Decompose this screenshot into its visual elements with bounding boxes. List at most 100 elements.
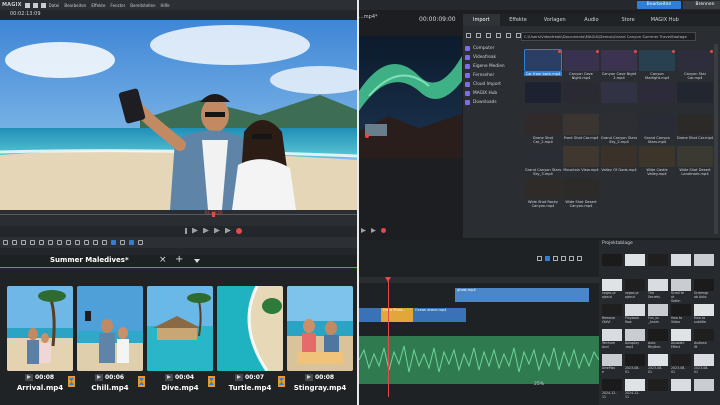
tab-project[interactable]: Summer Maledives* xyxy=(50,256,129,264)
media-thumbnail[interactable] xyxy=(525,114,561,135)
bin-thumbnail[interactable] xyxy=(602,379,622,391)
mouse-mode-icon[interactable] xyxy=(93,240,98,245)
refresh-icon[interactable] xyxy=(486,33,491,38)
scrub-track[interactable] xyxy=(0,214,357,215)
play-clip-button[interactable] xyxy=(305,374,313,381)
source-item-tv[interactable]: Fernseher xyxy=(465,71,521,80)
tab-magix-hub[interactable]: MAGIX Hub xyxy=(646,14,683,26)
bin-thumbnail[interactable] xyxy=(648,329,668,341)
open-folder-icon[interactable] xyxy=(32,2,38,8)
bin-thumbnail[interactable] xyxy=(671,329,691,341)
timeline-view-icon[interactable] xyxy=(120,240,125,245)
transition-icon[interactable] xyxy=(278,376,285,387)
menu-item-share[interactable]: Bereitstellen xyxy=(130,3,155,8)
tab-templates[interactable]: Vorlagen xyxy=(536,14,573,26)
timeline-playhead[interactable] xyxy=(385,277,391,397)
stop-button[interactable] xyxy=(185,227,187,234)
bin-thumbnail[interactable] xyxy=(602,254,622,266)
source-item-cloud[interactable]: Cloud Import xyxy=(465,80,521,89)
bin-thumbnail[interactable] xyxy=(671,304,691,316)
path-field[interactable]: C:\Users\Videofreak\Documents\MAGIX\Demo… xyxy=(521,32,696,41)
storyboard-clip[interactable]: 00:06 Chill.mp4 xyxy=(77,286,143,395)
audio-track[interactable] xyxy=(359,336,599,384)
menu-item-help[interactable]: Hilfe xyxy=(161,3,170,8)
bin-thumbnail[interactable] xyxy=(671,354,691,366)
source-item-own-media[interactable]: Eigene Medien xyxy=(465,62,521,71)
bin-thumbnail[interactable] xyxy=(671,254,691,266)
list-view-icon[interactable] xyxy=(138,240,143,245)
delete-icon[interactable] xyxy=(21,240,26,245)
media-thumbnail[interactable] xyxy=(639,82,675,103)
source-item-hub[interactable]: MAGIX Hub xyxy=(465,89,521,98)
source-item-user[interactable]: Videofreak xyxy=(465,53,521,62)
bin-thumbnail[interactable] xyxy=(694,254,714,266)
loop-button[interactable] xyxy=(225,227,231,234)
storyboard-clip[interactable]: 00:08 Stingray.mp4 xyxy=(287,286,353,395)
prev-frame-button[interactable] xyxy=(192,227,198,234)
burn-mode-button[interactable]: Brennen xyxy=(683,1,720,9)
zoom-in-icon[interactable] xyxy=(102,240,107,245)
media-thumbnail[interactable] xyxy=(601,82,637,103)
more-icon[interactable] xyxy=(577,256,582,261)
bin-thumbnail[interactable] xyxy=(694,354,714,366)
clip-thumbnail[interactable] xyxy=(217,286,283,371)
bin-thumbnail[interactable] xyxy=(648,254,668,266)
bin-thumbnail[interactable] xyxy=(648,279,668,291)
edit-mode-button[interactable]: Bearbeiten xyxy=(637,1,681,9)
media-thumbnail[interactable] xyxy=(601,50,637,71)
play-button[interactable] xyxy=(203,227,209,234)
record-button[interactable] xyxy=(381,228,386,233)
cut-icon[interactable] xyxy=(39,240,44,245)
zoom-icon[interactable] xyxy=(569,256,574,261)
tab-audio[interactable]: Audio xyxy=(573,14,610,26)
menu-item-effects[interactable]: Effekte xyxy=(91,3,105,8)
media-thumbnail[interactable] xyxy=(677,50,713,71)
prev-frame-button[interactable] xyxy=(361,228,366,233)
marker-icon[interactable] xyxy=(561,256,566,261)
menu-item-file[interactable]: Datei xyxy=(49,3,60,8)
media-thumbnail[interactable] xyxy=(525,178,561,199)
preview-scrubber[interactable]: Kz 24:20 xyxy=(0,210,357,226)
transition-icon[interactable] xyxy=(68,376,75,387)
transition-icon[interactable] xyxy=(208,376,215,387)
media-thumbnail[interactable] xyxy=(677,146,713,167)
marker-icon[interactable] xyxy=(75,240,80,245)
bin-thumbnail[interactable] xyxy=(694,304,714,316)
media-thumbnail[interactable] xyxy=(563,50,599,71)
media-thumbnail[interactable] xyxy=(639,146,675,167)
save-icon[interactable] xyxy=(40,2,46,8)
media-thumbnail[interactable] xyxy=(677,114,713,135)
bin-thumbnail[interactable] xyxy=(602,329,622,341)
bin-thumbnail[interactable] xyxy=(694,379,714,391)
grid-view-icon[interactable] xyxy=(129,240,134,245)
bin-thumbnail[interactable] xyxy=(694,329,714,341)
clip-thumbnail[interactable] xyxy=(147,286,213,371)
media-scrollbar[interactable] xyxy=(714,44,718,234)
bin-thumbnail[interactable] xyxy=(625,304,645,316)
bin-thumbnail[interactable] xyxy=(602,304,622,316)
timeline-ruler[interactable] xyxy=(359,277,599,283)
bin-thumbnail[interactable] xyxy=(648,354,668,366)
unlink-icon[interactable] xyxy=(66,240,71,245)
tab-effects[interactable]: Effekte xyxy=(500,14,537,26)
split-icon[interactable] xyxy=(48,240,53,245)
play-clip-button[interactable] xyxy=(165,374,173,381)
media-thumbnail[interactable] xyxy=(525,82,561,103)
media-thumbnail[interactable] xyxy=(563,82,599,103)
redo-icon[interactable] xyxy=(12,240,17,245)
bin-thumbnail[interactable] xyxy=(648,379,668,391)
menu-item-edit[interactable]: Bearbeiten xyxy=(64,3,86,8)
tab-more[interactable] xyxy=(683,14,720,26)
storyboard-clip[interactable]: 00:04 Dive.mp4 xyxy=(147,286,213,395)
clip-thumbnail[interactable] xyxy=(7,286,73,371)
bin-thumbnail[interactable] xyxy=(671,379,691,391)
play-button[interactable] xyxy=(371,228,376,233)
media-thumbnail[interactable] xyxy=(563,146,599,167)
media-thumbnail[interactable] xyxy=(563,178,599,199)
undo-icon[interactable] xyxy=(3,240,8,245)
clip-thumbnail[interactable] xyxy=(287,286,353,371)
next-frame-button[interactable] xyxy=(214,227,220,234)
media-thumbnail[interactable] xyxy=(677,82,713,103)
bin-thumbnail[interactable] xyxy=(625,354,645,366)
play-clip-button[interactable] xyxy=(95,374,103,381)
